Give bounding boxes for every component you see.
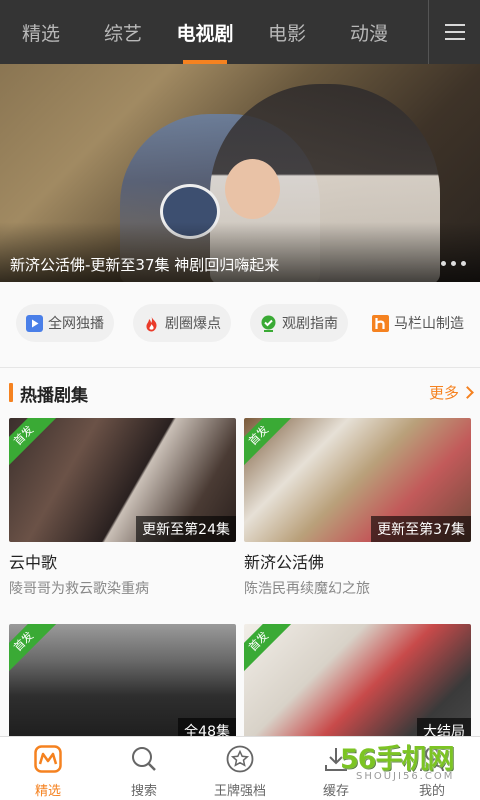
series-card[interactable]: 首发 全48集	[9, 624, 236, 744]
tab-label: 精选	[21, 22, 60, 45]
section-title: 热播剧集	[20, 386, 88, 406]
tab-label: 动漫	[349, 22, 388, 45]
premiere-badge: 首发	[244, 418, 298, 475]
top-tab-bar: 精选 综艺 电视剧 电影 动漫	[0, 0, 480, 64]
series-thumbnail: 首发 大结局	[244, 624, 471, 744]
hero-banner[interactable]: 新济公活佛-更新至37集 神剧回归嗨起来	[0, 64, 480, 282]
premiere-badge: 首发	[9, 418, 63, 475]
series-thumbnail: 首发 更新至第37集	[244, 418, 471, 542]
hamburger-icon	[444, 24, 465, 40]
series-description: 陈浩民再续魔幻之旅	[244, 581, 370, 597]
quick-link-hot[interactable]: 剧圈爆点	[133, 304, 231, 342]
quick-link-label: 马栏山制造	[394, 316, 464, 332]
series-card[interactable]: 首发 大结局	[244, 624, 471, 744]
series-card[interactable]: 首发 更新至第24集 云中歌 陵哥哥为救云歌染重病	[9, 418, 236, 598]
tab-anime[interactable]: 动漫	[328, 0, 410, 64]
watermark-url: SHOUJI56.COM	[356, 771, 455, 782]
nav-label: 王牌强档	[213, 784, 266, 799]
series-title: 云中歌	[9, 553, 58, 572]
mango-tv-icon	[34, 745, 62, 773]
quick-links: 全网独播 剧圈爆点 观剧指南 马栏山制造	[0, 282, 480, 368]
quick-link-label: 剧圈爆点	[165, 316, 221, 332]
guide-check-icon	[260, 315, 277, 332]
quick-link-exclusive[interactable]: 全网独播	[16, 304, 114, 342]
nav-label: 精选	[34, 784, 61, 799]
quick-link-guide[interactable]: 观剧指南	[250, 304, 348, 342]
tab-label: 电视剧	[176, 22, 234, 45]
tab-featured[interactable]: 精选	[0, 0, 82, 64]
episode-update-label: 更新至第24集	[136, 516, 236, 542]
menu-button[interactable]	[428, 0, 480, 64]
tab-variety[interactable]: 综艺	[82, 0, 164, 64]
series-card[interactable]: 首发 更新至第37集 新济公活佛 陈浩民再续魔幻之旅	[244, 418, 471, 598]
banner-page-dots	[441, 261, 466, 266]
section-accent-bar	[9, 383, 13, 402]
tab-movies[interactable]: 电影	[246, 0, 328, 64]
quick-link-label: 全网独播	[48, 316, 104, 332]
banner-caption: 新济公活佛-更新至37集 神剧回归嗨起来	[10, 256, 280, 274]
page-dot	[461, 261, 466, 266]
page-dot	[441, 261, 446, 266]
chevron-right-icon	[461, 386, 474, 399]
nav-search[interactable]: 搜索	[96, 737, 192, 800]
star-badge-icon	[226, 745, 254, 773]
nav-trump-shows[interactable]: 王牌强档	[192, 737, 288, 800]
more-link[interactable]: 更多	[428, 382, 474, 403]
nav-featured[interactable]: 精选	[0, 737, 96, 800]
section-header: 热播剧集 更多	[0, 368, 480, 418]
series-title: 新济公活佛	[244, 553, 325, 572]
tab-tv-series[interactable]: 电视剧	[164, 0, 246, 64]
page-dot	[451, 261, 456, 266]
play-square-icon	[26, 314, 43, 332]
search-icon	[130, 745, 158, 773]
quick-link-malanshan[interactable]: 马栏山制造	[364, 304, 474, 342]
series-description: 陵哥哥为救云歌染重病	[9, 581, 149, 597]
series-thumbnail: 首发 全48集	[9, 624, 236, 744]
premiere-badge: 首发	[244, 624, 298, 681]
more-label: 更多	[428, 384, 459, 402]
tab-label: 电影	[267, 22, 306, 45]
nav-label: 搜索	[130, 784, 157, 799]
app-root: 精选 综艺 电视剧 电影 动漫 新济公活佛-更新至37集 神剧回归嗨起来 全网独…	[0, 0, 480, 800]
flame-icon	[143, 315, 160, 332]
h-logo-icon	[372, 314, 389, 332]
premiere-badge: 首发	[9, 624, 63, 681]
site-watermark: 56手机网 SHOUJI56.COM	[336, 735, 476, 795]
quick-link-label: 观剧指南	[282, 316, 338, 332]
episode-update-label: 更新至第37集	[371, 516, 471, 542]
tab-label: 综艺	[103, 22, 142, 45]
series-thumbnail: 首发 更新至第24集	[9, 418, 236, 542]
banner-face	[225, 159, 280, 219]
